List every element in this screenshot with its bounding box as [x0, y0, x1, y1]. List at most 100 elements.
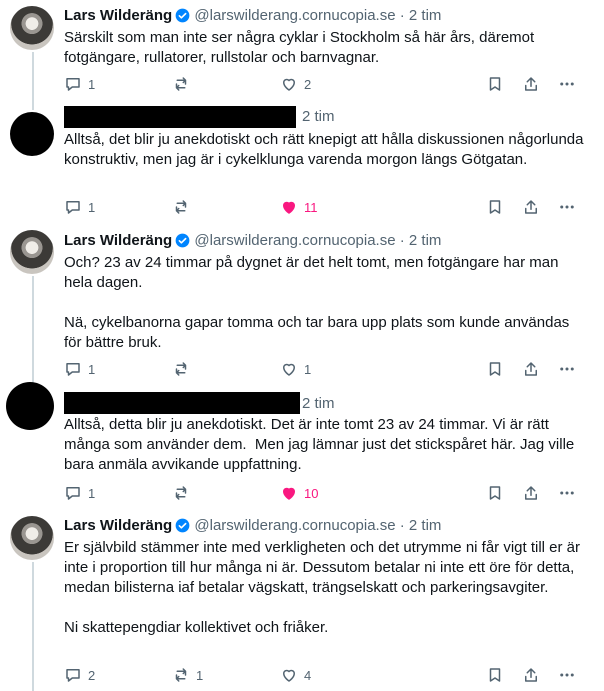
author-name[interactable]: Lars Wilderäng [64, 7, 172, 24]
verified-icon [175, 233, 190, 254]
reply-button[interactable]: 1 [64, 72, 95, 96]
bookmark-icon [489, 200, 501, 214]
bookmark-button[interactable] [486, 195, 504, 219]
reply-icon [66, 201, 80, 214]
post-actions: 1 10 [64, 481, 584, 505]
like-count: 2 [304, 76, 312, 92]
reply-count: 1 [88, 199, 96, 215]
separator: · [399, 7, 405, 24]
more-button[interactable] [558, 663, 576, 687]
avatar[interactable] [10, 112, 54, 156]
post-text: Alltså, det blir ju anekdotiskt och rätt… [64, 131, 588, 168]
post-header: Lars Wilderäng @larswilderang.cornucopia… [64, 231, 441, 254]
like-button[interactable]: 10 [280, 481, 318, 505]
reply-button[interactable]: 2 [64, 663, 95, 687]
post-text: Särskilt som man inte ser några cyklar i… [64, 29, 539, 66]
redacted-author [64, 392, 300, 414]
like-icon [283, 669, 295, 682]
reply-count: 1 [88, 76, 96, 92]
verified-icon [175, 518, 190, 539]
separator: · [399, 232, 405, 249]
reply-count: 2 [88, 667, 96, 683]
post-time[interactable]: 2 tim [409, 7, 442, 24]
more-button[interactable] [558, 195, 576, 219]
repost-icon [175, 77, 187, 91]
post-actions: 1 1 [64, 357, 584, 381]
thread-line [32, 52, 34, 110]
like-count: 10 [304, 485, 319, 501]
avatar[interactable] [10, 516, 54, 560]
post-time[interactable]: 2 tim [302, 395, 335, 412]
post-time[interactable]: 2 tim [409, 232, 442, 249]
bookmark-button[interactable] [486, 72, 504, 96]
more-icon [560, 367, 574, 371]
reply-icon [66, 363, 80, 376]
share-button[interactable] [522, 663, 540, 687]
more-icon [560, 205, 574, 209]
repost-count: 1 [196, 667, 204, 683]
like-button[interactable]: 4 [280, 663, 311, 687]
share-icon [525, 486, 537, 500]
reply-button[interactable]: 1 [64, 195, 95, 219]
avatar[interactable] [10, 230, 54, 274]
reply-button[interactable]: 1 [64, 357, 95, 381]
share-icon [525, 668, 537, 682]
share-button[interactable] [522, 481, 540, 505]
author-name[interactable]: Lars Wilderäng [64, 232, 172, 249]
like-button[interactable]: 11 [280, 195, 318, 219]
more-icon [560, 673, 574, 677]
author-name[interactable]: Lars Wilderäng [64, 517, 172, 534]
bookmark-button[interactable] [486, 663, 504, 687]
author-handle[interactable]: @larswilderang.cornucopia.se [194, 517, 395, 534]
bookmark-button[interactable] [486, 481, 504, 505]
repost-icon [175, 668, 187, 682]
like-count: 11 [304, 199, 318, 215]
post-actions: 1 11 [64, 195, 584, 219]
bookmark-button[interactable] [486, 357, 504, 381]
bookmark-icon [489, 362, 501, 376]
reply-icon [66, 78, 80, 91]
thread-line [32, 562, 34, 691]
bookmark-icon [489, 77, 501, 91]
share-button[interactable] [522, 195, 540, 219]
share-button[interactable] [522, 357, 540, 381]
like-button[interactable]: 2 [280, 72, 311, 96]
share-icon [525, 362, 537, 376]
repost-button[interactable] [172, 195, 196, 219]
post-time[interactable]: 2 tim [302, 108, 335, 125]
share-icon [525, 200, 537, 214]
share-button[interactable] [522, 72, 540, 96]
repost-button[interactable] [172, 72, 196, 96]
author-handle[interactable]: @larswilderang.cornucopia.se [194, 7, 395, 24]
more-icon [560, 491, 574, 495]
post-text: Alltså, detta blir ju anekdotiskt. Det ä… [64, 416, 579, 473]
post-time[interactable]: 2 tim [409, 517, 442, 534]
post-header: Lars Wilderäng @larswilderang.cornucopia… [64, 516, 441, 539]
author-handle[interactable]: @larswilderang.cornucopia.se [194, 232, 395, 249]
repost-button[interactable] [172, 357, 196, 381]
post-actions: 1 2 [64, 72, 584, 96]
repost-icon [175, 486, 187, 500]
like-icon [283, 78, 295, 91]
post-actions: 2 1 4 [64, 663, 584, 687]
more-button[interactable] [558, 72, 576, 96]
like-count: 4 [304, 667, 312, 683]
like-button[interactable]: 1 [280, 357, 311, 381]
avatar[interactable] [6, 382, 54, 430]
post-text: Er självbild stämmer inte med verklighet… [64, 539, 581, 636]
reply-icon [66, 487, 80, 500]
repost-icon [175, 200, 187, 214]
post-header: Lars Wilderäng @larswilderang.cornucopia… [64, 6, 441, 29]
like-icon [283, 201, 295, 214]
repost-button[interactable] [172, 481, 196, 505]
more-button[interactable] [558, 357, 576, 381]
repost-button[interactable]: 1 [172, 663, 203, 687]
more-button[interactable] [558, 481, 576, 505]
like-icon [283, 487, 295, 500]
thread-line [32, 276, 34, 386]
avatar[interactable] [10, 6, 54, 50]
reply-icon [66, 669, 80, 682]
reply-button[interactable]: 1 [64, 481, 95, 505]
post-text: Och? 23 av 24 timmar på dygnet är det he… [64, 254, 570, 351]
repost-icon [175, 362, 187, 376]
